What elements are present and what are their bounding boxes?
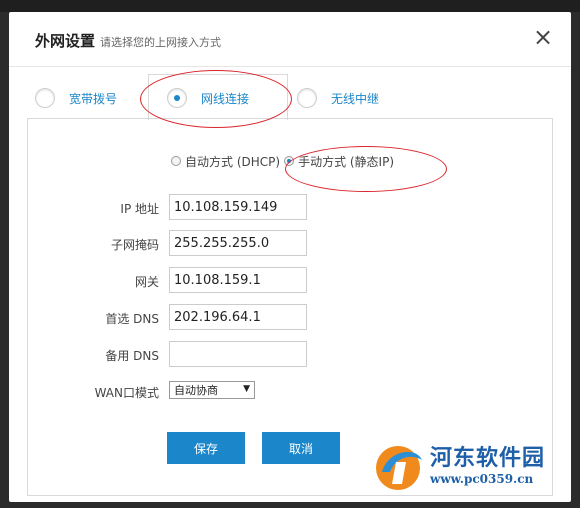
- wan-mode-value: 自动协商: [174, 384, 218, 397]
- radio-selected-icon[interactable]: [167, 88, 187, 108]
- ip-address-input[interactable]: [169, 194, 307, 220]
- wan-settings-dialog: 外网设置 请选择您的上网接入方式 × 宽带拨号 网线连接 无线中继 自动方式 (…: [9, 12, 571, 502]
- secondary-dns-label: 备用 DNS: [105, 349, 159, 363]
- save-button[interactable]: 保存: [167, 432, 245, 464]
- dialog-header: 外网设置 请选择您的上网接入方式 ×: [9, 12, 571, 67]
- ip-address-row: IP 地址: [9, 194, 571, 222]
- wan-mode-select[interactable]: 自动协商 ▼: [169, 381, 255, 399]
- mode-label: 自动方式 (DHCP): [185, 154, 281, 169]
- cancel-button[interactable]: 取消: [262, 432, 340, 464]
- tab-label: 无线中继: [331, 91, 380, 106]
- background-strip: [0, 0, 580, 12]
- watermark-logo-icon: [376, 446, 422, 490]
- tab-label: 网线连接: [201, 91, 250, 106]
- watermark-url: www.pc0359.cn: [430, 472, 534, 486]
- close-icon[interactable]: ×: [531, 25, 555, 50]
- dialog-subtitle: 请选择您的上网接入方式: [100, 36, 221, 49]
- wan-mode-label: WAN口模式: [94, 386, 159, 400]
- primary-dns-input[interactable]: [169, 304, 307, 330]
- radio-icon[interactable]: [297, 88, 317, 108]
- gateway-input[interactable]: [169, 267, 307, 293]
- subnet-mask-input[interactable]: [169, 230, 307, 256]
- chevron-down-icon: ▼: [243, 384, 250, 394]
- dialog-title: 外网设置: [35, 32, 96, 50]
- radio-icon[interactable]: [35, 88, 55, 108]
- radio-icon[interactable]: [171, 156, 181, 166]
- connection-tabs: 宽带拨号 网线连接 无线中继: [9, 78, 571, 120]
- secondary-dns-row: 备用 DNS: [9, 341, 571, 369]
- tab-label: 宽带拨号: [69, 91, 118, 106]
- tab-cable-connection[interactable]: 网线连接: [167, 86, 249, 110]
- ip-address-label: IP 地址: [120, 202, 159, 216]
- gateway-label: 网关: [134, 275, 159, 289]
- wan-mode-row: WAN口模式 自动协商 ▼: [9, 378, 571, 406]
- primary-dns-label: 首选 DNS: [105, 312, 159, 326]
- tab-wireless-repeater[interactable]: 无线中继: [297, 86, 379, 110]
- radio-selected-icon[interactable]: [284, 156, 295, 166]
- ip-mode-selector: 自动方式 (DHCP) 手动方式 (静态IP): [171, 152, 398, 170]
- primary-dns-row: 首选 DNS: [9, 304, 571, 332]
- subnet-mask-label: 子网掩码: [110, 238, 159, 252]
- mode-label: 手动方式 (静态IP): [298, 154, 395, 169]
- tab-broadband-dialup[interactable]: 宽带拨号: [35, 86, 117, 110]
- watermark-name: 河东软件园: [430, 445, 546, 471]
- secondary-dns-input[interactable]: [169, 341, 307, 367]
- watermark: 河东软件园 www.pc0359.cn: [372, 438, 572, 496]
- mode-dhcp[interactable]: 自动方式 (DHCP): [171, 153, 280, 170]
- subnet-mask-row: 子网掩码: [9, 230, 571, 258]
- gateway-row: 网关: [9, 267, 571, 295]
- mode-static-ip[interactable]: 手动方式 (静态IP): [284, 153, 394, 170]
